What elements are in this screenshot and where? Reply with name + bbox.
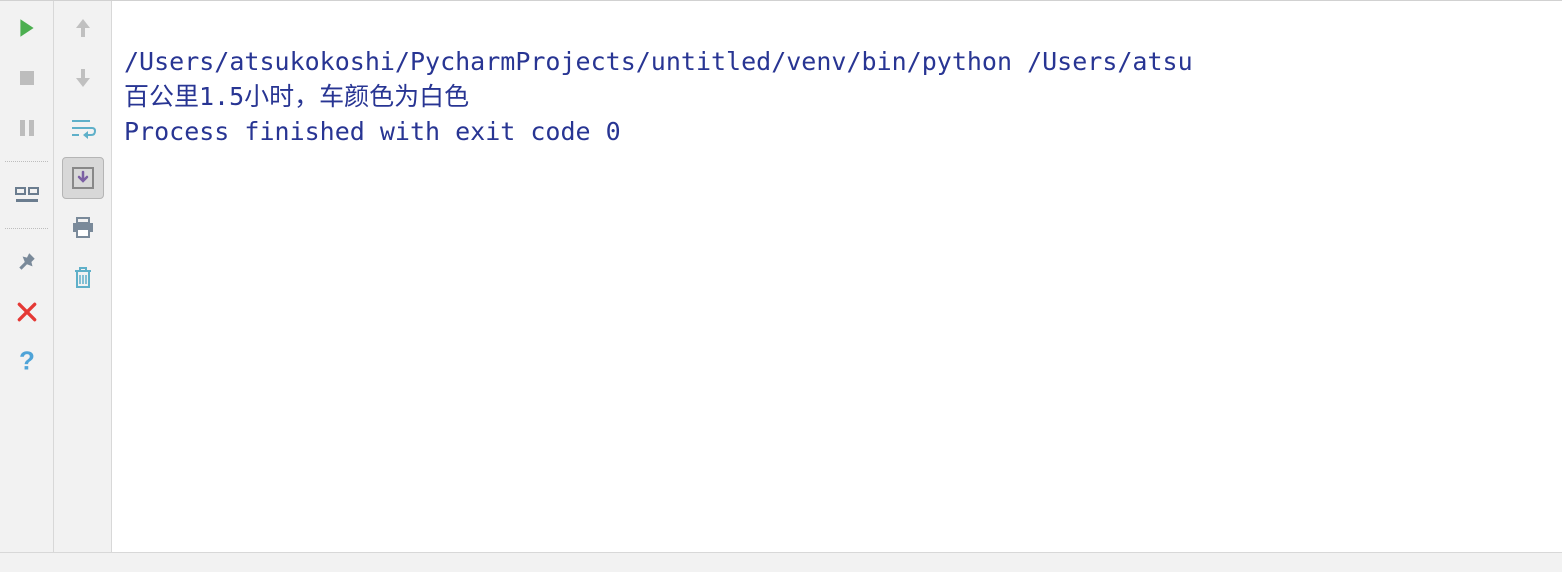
run-toolbar: ? bbox=[0, 1, 54, 572]
print-icon bbox=[71, 217, 95, 239]
console-line: /Users/atsukokoshi/PycharmProjects/untit… bbox=[124, 44, 1558, 79]
pause-icon bbox=[17, 118, 37, 138]
arrow-up-icon bbox=[73, 16, 93, 40]
down-button[interactable] bbox=[62, 57, 104, 99]
console-output[interactable]: /Users/atsukokoshi/PycharmProjects/untit… bbox=[112, 1, 1562, 572]
pin-icon bbox=[16, 251, 38, 273]
help-button[interactable]: ? bbox=[6, 341, 48, 383]
close-icon bbox=[16, 301, 38, 323]
pin-button[interactable] bbox=[6, 241, 48, 283]
toolbar-divider bbox=[5, 161, 47, 162]
toolbar-divider bbox=[5, 228, 47, 229]
layout-button[interactable] bbox=[6, 174, 48, 216]
console-line: Process finished with exit code 0 bbox=[124, 114, 1558, 149]
play-icon bbox=[16, 17, 38, 39]
svg-text:?: ? bbox=[19, 349, 35, 375]
clear-button[interactable] bbox=[62, 257, 104, 299]
close-button[interactable] bbox=[6, 291, 48, 333]
run-button[interactable] bbox=[6, 7, 48, 49]
scroll-to-end-button[interactable] bbox=[62, 157, 104, 199]
stop-icon bbox=[17, 68, 37, 88]
wrap-icon bbox=[70, 117, 96, 139]
soft-wrap-button[interactable] bbox=[62, 107, 104, 149]
help-icon: ? bbox=[16, 349, 38, 375]
console-toolbar bbox=[54, 1, 112, 572]
up-button[interactable] bbox=[62, 7, 104, 49]
arrow-down-icon bbox=[73, 66, 93, 90]
pause-button[interactable] bbox=[6, 107, 48, 149]
scroll-to-end-icon bbox=[71, 166, 95, 190]
status-bar bbox=[0, 552, 1562, 572]
print-button[interactable] bbox=[62, 207, 104, 249]
layout-icon bbox=[15, 185, 39, 205]
trash-icon bbox=[72, 266, 94, 290]
stop-button[interactable] bbox=[6, 57, 48, 99]
console-line: 百公里1.5小时，车颜色为白色 bbox=[124, 79, 1558, 114]
